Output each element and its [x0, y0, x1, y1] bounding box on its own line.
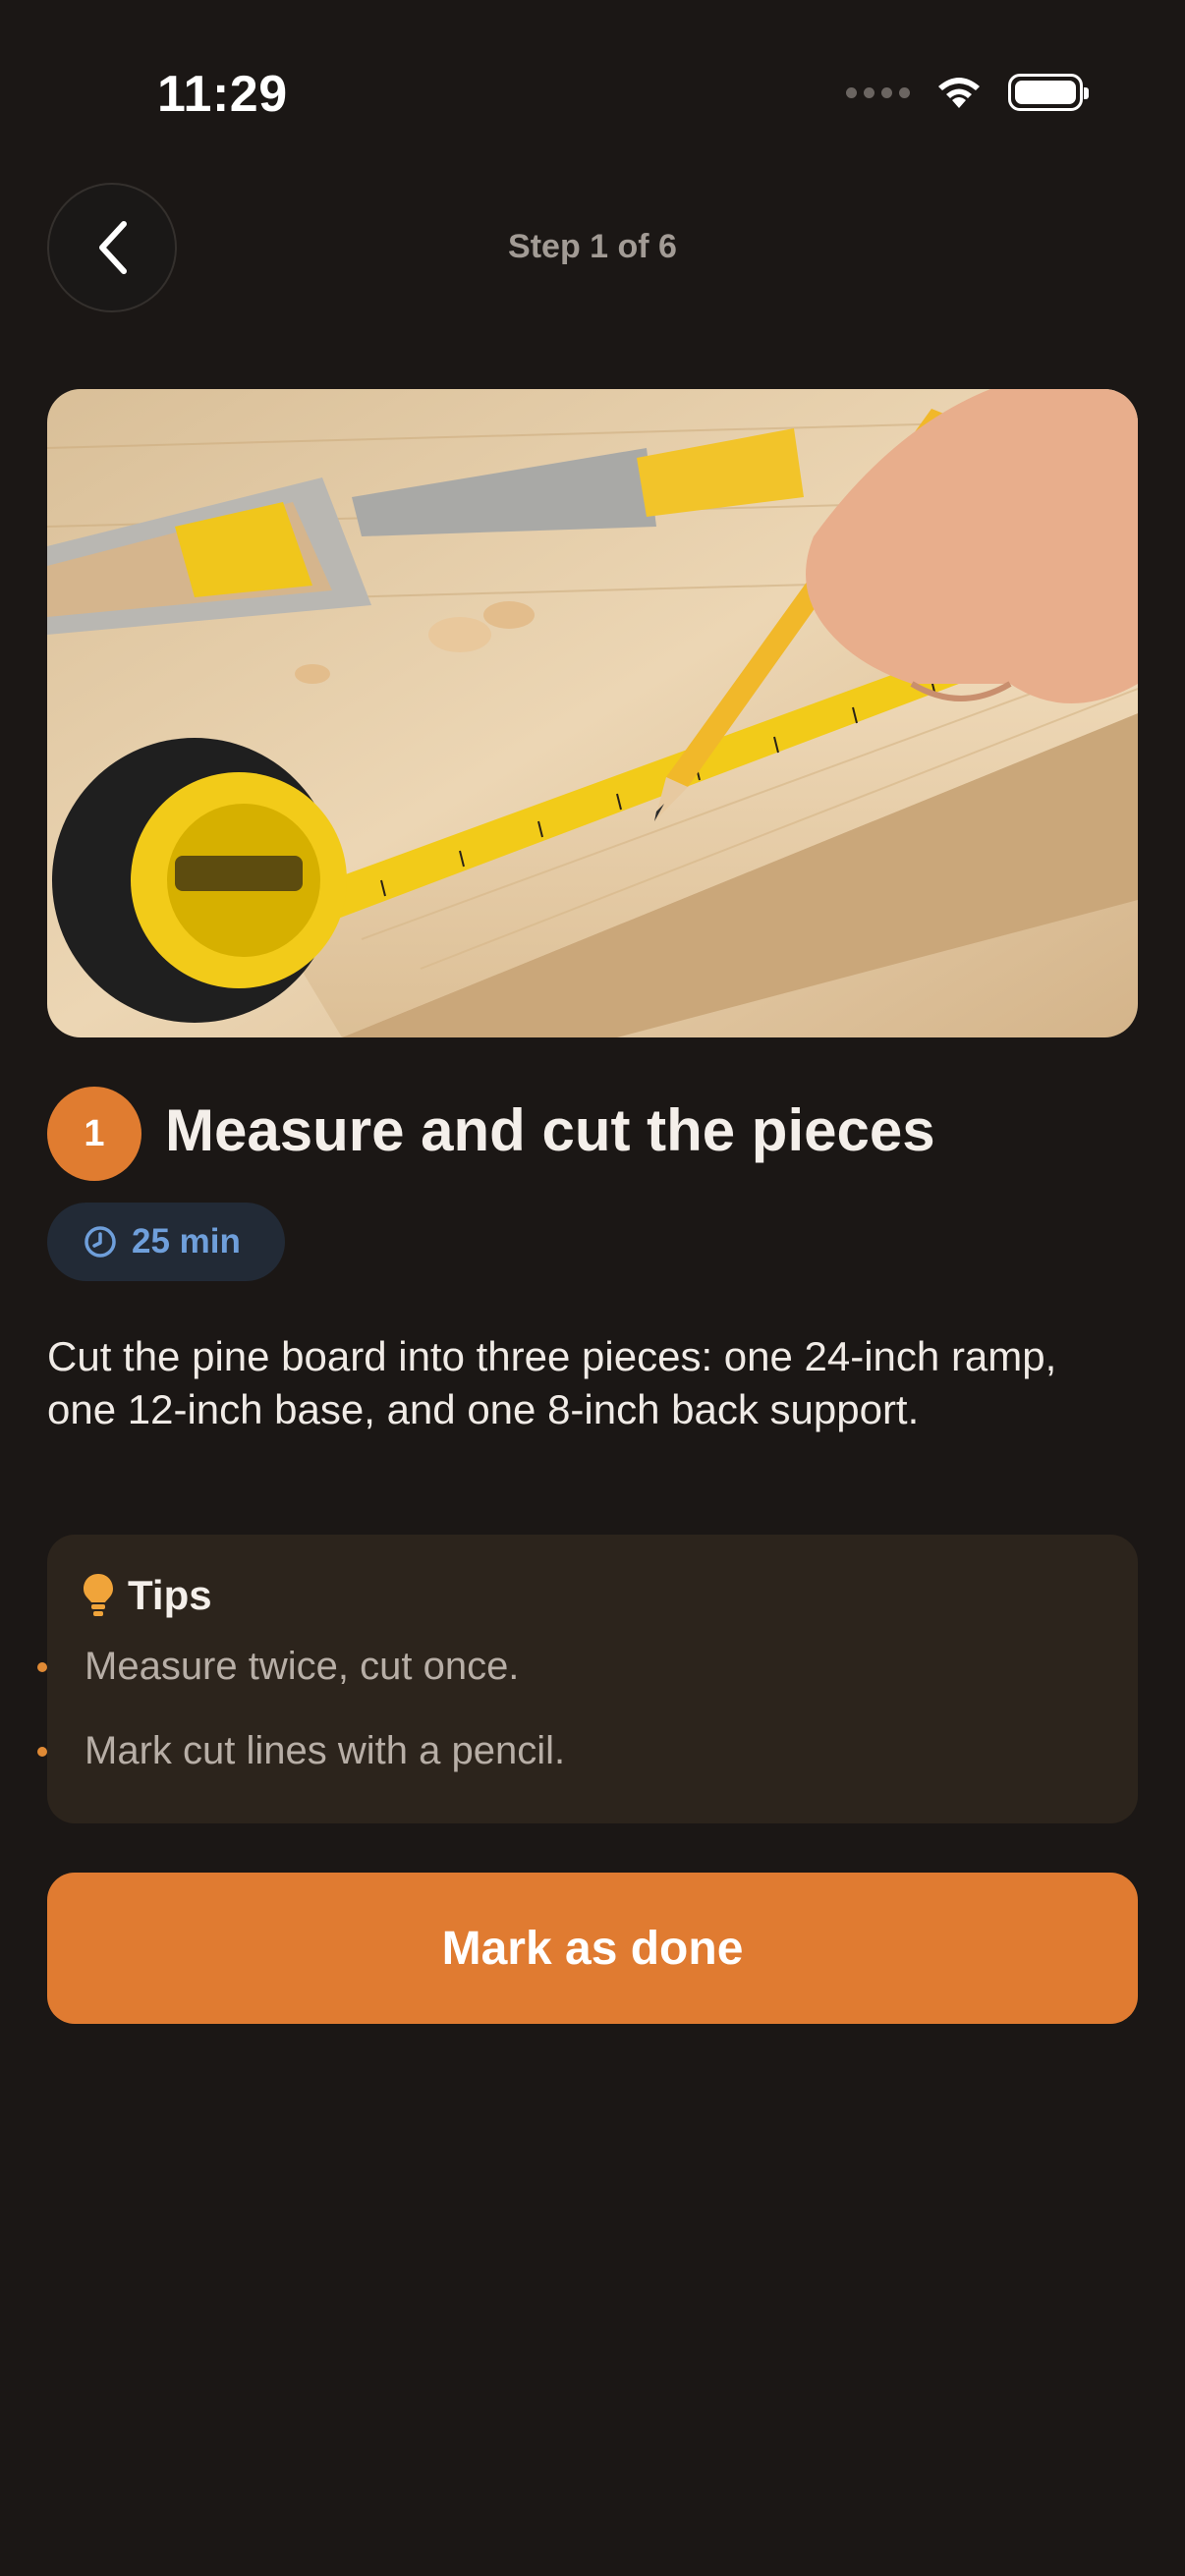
step-description: Cut the pine board into three pieces: on… — [47, 1333, 1057, 1432]
status-time: 11:29 — [157, 66, 288, 123]
mark-as-done-button[interactable]: Mark as done — [47, 1873, 1138, 2024]
wifi-icon — [938, 78, 980, 108]
tip-item: Mark cut lines with a pencil. — [37, 1729, 565, 1773]
duration-badge: 25 min — [47, 1203, 285, 1281]
mark-as-done-label: Mark as done — [441, 1922, 744, 1975]
cellular-signal-icon — [846, 86, 910, 98]
lightbulb-icon — [84, 1574, 113, 1616]
tips-title: Tips — [128, 1572, 212, 1618]
tip-item: Measure twice, cut once. — [37, 1645, 519, 1689]
step-detail-screen: 11:29 Step 1 of 6 1 Measure and cut the … — [0, 0, 1185, 2576]
bullet-icon — [37, 1746, 47, 1757]
step-illustration — [47, 389, 1138, 1037]
step-progress-label: Step 1 of 6 — [508, 228, 677, 265]
tip-text: Mark cut lines with a pencil. — [85, 1729, 566, 1772]
status-indicators — [846, 73, 1089, 112]
bullet-icon — [37, 1661, 47, 1672]
battery-icon — [1008, 74, 1089, 111]
duration-text: 25 min — [132, 1222, 241, 1260]
tip-text: Measure twice, cut once. — [85, 1645, 520, 1688]
clock-icon — [85, 1226, 116, 1258]
tips-header: Tips — [81, 1572, 212, 1619]
step-number-badge: 1 — [47, 1087, 141, 1181]
step-title: Measure and cut the pieces — [165, 1097, 935, 1163]
